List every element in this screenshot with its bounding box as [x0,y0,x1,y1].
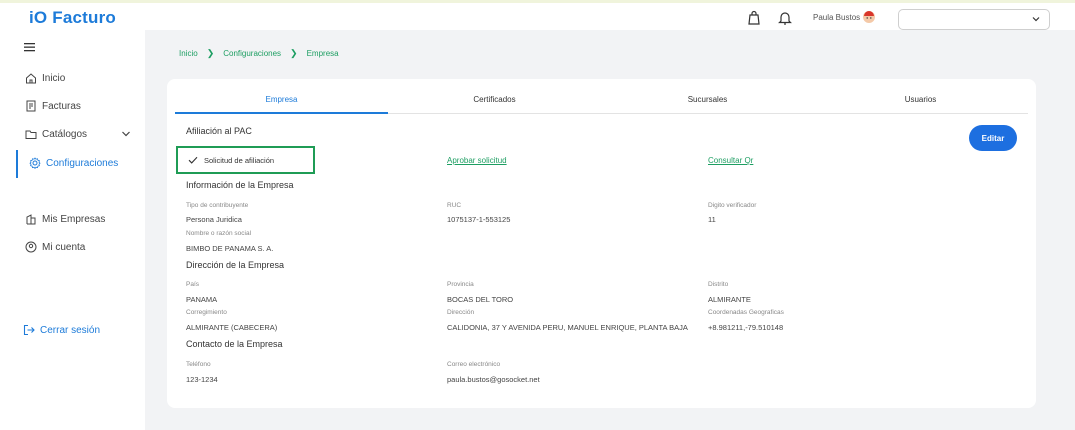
company-card: Empresa Certificados Sucursales Usuarios… [167,79,1036,408]
bell-icon[interactable] [777,10,793,26]
sidebar: Inicio Facturas Catálogos Configuracione… [0,30,145,430]
hamburger-menu-icon[interactable] [24,42,35,52]
provincia-value: BOCAS DEL TORO [447,295,514,304]
pais-value: PANAMA [186,295,218,304]
chevron-down-icon [1032,17,1040,22]
check-icon [188,156,198,164]
company-info-title: Información de la Empresa [186,180,294,190]
tab-certificados[interactable]: Certificados [388,95,601,114]
address-title: Dirección de la Empresa [186,260,285,270]
tab-sucursales[interactable]: Sucursales [601,95,814,114]
folder-icon [25,130,37,139]
sidebar-item-label: Facturas [42,100,81,112]
sidebar-item-label: Mis Empresas [42,213,106,225]
user-circle-icon [25,241,37,253]
building-icon [26,214,36,225]
invoice-icon [26,100,36,112]
logout-button[interactable]: Cerrar sesión [23,324,100,336]
breadcrumb-configuraciones[interactable]: Configuraciones [223,49,281,58]
breadcrumb-inicio[interactable]: Inicio [179,49,198,58]
tab-empresa[interactable]: Empresa [175,95,388,114]
corregimiento-label: Corregimiento [186,309,227,316]
corregimiento-value: ALMIRANTE (CABECERA) [186,323,278,332]
user-name[interactable]: Paula Bustos [813,13,860,22]
main-content: Inicio ❯ Configuraciones ❯ Empresa Empre… [145,30,1075,430]
tab-bar: Empresa Certificados Sucursales Usuarios [175,95,1028,114]
breadcrumb: Inicio ❯ Configuraciones ❯ Empresa [179,48,339,59]
shopping-bag-icon[interactable] [746,10,762,26]
sidebar-item-label: Configuraciones [46,157,119,169]
sidebar-item-inicio[interactable]: Inicio [25,70,65,86]
digito-verificador-label: Digito verificador [708,202,757,209]
distrito-value: ALMIRANTE [708,295,751,304]
sidebar-item-mi-cuenta[interactable]: Mi cuenta [25,239,85,255]
coordenadas-value: +8.981211,-79.510148 [708,323,784,332]
contact-title: Contacto de la Empresa [186,339,283,349]
breadcrumb-empresa: Empresa [306,49,339,58]
distrito-label: Distrito [708,281,729,288]
company-select[interactable] [898,9,1050,30]
razon-social-label: Nombre o razón social [186,230,252,237]
sidebar-item-label: Mi cuenta [42,241,86,253]
logout-label: Cerrar sesión [40,324,101,336]
telefono-label: Teléfono [186,361,211,368]
chevron-down-icon[interactable] [121,129,131,139]
chevron-right-icon: ❯ [206,48,215,58]
pac-title: Afiliación al PAC [186,126,252,136]
telefono-value: 123-1234 [186,375,218,384]
digito-verificador-value: 11 [708,215,716,224]
sidebar-item-label: Inicio [42,72,66,84]
affiliation-status: Solicitud de afiliación [176,146,315,174]
active-indicator [16,150,18,178]
sidebar-item-facturas[interactable]: Facturas [25,98,81,114]
direccion-value: CALIDONIA, 37 Y AVENIDA PERU, MANUEL ENR… [447,323,688,332]
home-icon [26,73,36,84]
edit-button[interactable]: Editar [969,125,1017,151]
gear-icon [29,157,41,169]
email-label: Correo electrónico [447,361,501,368]
top-header: iO Facturo Paula Bustos [0,3,1075,30]
sidebar-item-configuraciones[interactable]: Configuraciones [29,155,118,171]
consult-qr-link[interactable]: Consultar Qr [708,156,753,165]
tipo-contribuyente-label: Tipo de contribuyente [186,202,249,209]
chevron-right-icon: ❯ [290,48,298,58]
ruc-label: RUC [447,202,462,209]
coordenadas-label: Coordenadas Geograficas [708,309,784,316]
direccion-label: Dirección [447,309,475,316]
provincia-label: Provincia [447,281,474,288]
ruc-value: 1075137-1-553125 [447,215,511,224]
razon-social-value: BIMBO DE PANAMA S. A. [186,244,274,253]
email-value: paula.bustos@gosocket.net [447,375,540,384]
sidebar-item-mis-empresas[interactable]: Mis Empresas [25,211,105,227]
approve-request-link[interactable]: Aprobar solicitud [447,156,507,165]
sidebar-item-label: Catálogos [42,128,88,140]
sidebar-item-catalogos[interactable]: Catálogos [25,126,87,142]
pais-label: País [186,281,200,288]
logout-icon [23,324,35,336]
tipo-contribuyente-value: Persona Juridica [186,215,242,224]
affiliation-status-label: Solicitud de afiliación [204,155,275,165]
app-logo[interactable]: iO Facturo [29,8,116,28]
avatar[interactable] [862,10,876,24]
tab-usuarios[interactable]: Usuarios [814,95,1027,114]
